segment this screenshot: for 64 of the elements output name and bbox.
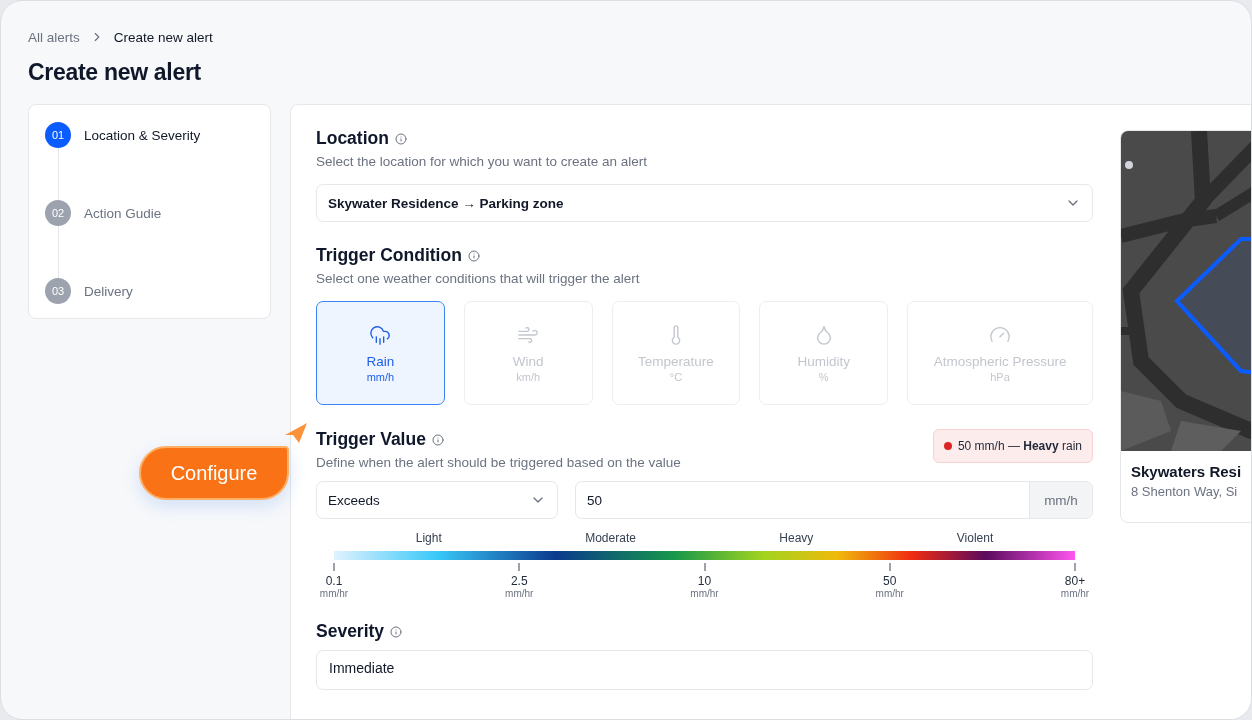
rain-icon: [369, 323, 392, 346]
badge-text: 50 mm/h — Heavy rain: [957, 439, 1082, 453]
tick-unit: mm/hr: [875, 588, 904, 599]
location-select[interactable]: Skywater Residence → Parking zone: [316, 184, 1093, 222]
operator-select[interactable]: Exceeds: [316, 481, 558, 519]
breadcrumb-link[interactable]: All alerts: [28, 29, 80, 45]
section-title: Location: [316, 128, 389, 149]
step-item[interactable]: 02 Action Gudie: [45, 200, 254, 226]
value-field[interactable]: 50 mm/h: [575, 481, 1093, 519]
tick-mark: [1074, 563, 1076, 571]
section-title: Trigger Condition: [316, 245, 462, 266]
scale-label: Violent: [956, 531, 994, 545]
info-icon: [467, 249, 480, 262]
section-subtitle: Select one weather conditions that will trigger the alert: [316, 271, 641, 286]
info-icon: [431, 433, 444, 446]
tick-unit: mm/hr: [505, 588, 534, 599]
option-unit: °C: [669, 370, 683, 383]
tick-value: 50: [883, 574, 897, 588]
tick-value: 80+: [1064, 574, 1086, 588]
tick-mark: [333, 563, 335, 571]
tick-unit: mm/hr: [690, 588, 719, 599]
configure-button[interactable]: Configure: [139, 446, 289, 500]
option-label: Wind: [512, 353, 544, 369]
tick-mark: [888, 563, 891, 571]
section-title: Trigger Value: [316, 429, 426, 450]
location-name: Skywaters Resi: [1131, 463, 1243, 480]
option-label: Humidity: [797, 353, 850, 369]
tick-unit: mm/hr: [1060, 588, 1090, 599]
page-title: Create new alert: [28, 59, 202, 86]
severity-field[interactable]: Immediate: [316, 650, 1093, 690]
unit-label: mm/h: [1029, 482, 1092, 518]
tick-value: 0.1: [325, 574, 343, 588]
info-icon: [390, 625, 403, 638]
step-number: 02: [45, 200, 71, 226]
scale-label: Light: [415, 531, 442, 545]
tick-value: 2.5: [510, 574, 528, 588]
step-item[interactable]: 03 Delivery: [45, 278, 254, 304]
step-label: Action Gudie: [84, 205, 162, 221]
option-unit: mm/h: [366, 370, 395, 383]
tick-mark: [703, 563, 706, 571]
pointer-icon: [285, 423, 307, 443]
section-title: Severity: [316, 621, 385, 642]
option-unit: km/h: [516, 370, 541, 383]
scale-label: Moderate: [585, 531, 636, 545]
option-unit: hPa: [990, 370, 1010, 383]
breadcrumb-current: Create new alert: [113, 29, 213, 45]
step-label: Delivery: [84, 283, 133, 299]
option-label: Atmospheric Pressure: [933, 353, 1067, 369]
option-label: Rain: [366, 353, 395, 369]
tick-mark: [518, 563, 521, 571]
step-number: 03: [45, 278, 71, 304]
location-address: 8 Shenton Way, Si: [1131, 484, 1239, 499]
option-unit: %: [818, 370, 829, 383]
step-item[interactable]: 01 Location & Severity: [45, 122, 254, 148]
step-label: Location & Severity: [84, 127, 201, 143]
section-subtitle: Define when the alert should be triggered based on the value: [316, 455, 681, 470]
tick-unit: mm/hr: [319, 588, 349, 599]
step-number: 01: [45, 122, 71, 148]
section-subtitle: Select the location for which you want to create an alert: [316, 154, 648, 169]
info-icon: [394, 132, 407, 145]
tick-value: 10: [697, 574, 712, 588]
option-label: Temperature: [638, 353, 714, 369]
scale-label: Heavy: [779, 531, 814, 545]
condition-option[interactable]: Rain mm/h: [316, 301, 445, 405]
